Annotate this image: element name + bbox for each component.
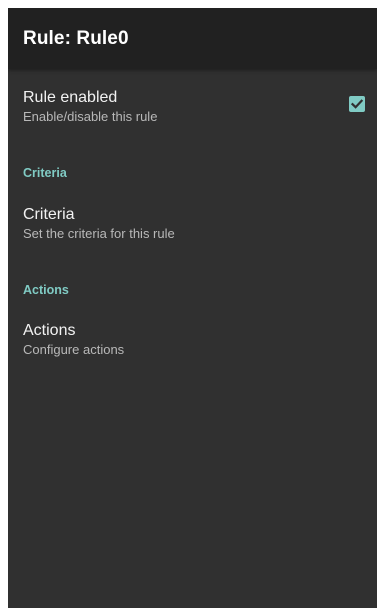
settings-screen: Rule: Rule0 Rule enabled Enable/disable … [8,8,377,608]
rule-enabled-preference[interactable]: Rule enabled Enable/disable this rule [23,88,377,125]
page-title: Rule: Rule0 [23,27,129,49]
actions-preference[interactable]: Actions Configure actions [23,321,377,358]
criteria-category-header: Criteria [23,166,67,180]
rule-enabled-checkbox[interactable] [349,96,365,112]
criteria-summary: Set the criteria for this rule [23,226,175,241]
criteria-title: Criteria [23,206,75,223]
rule-enabled-summary: Enable/disable this rule [23,109,158,124]
actions-category-header: Actions [23,283,69,297]
criteria-preference[interactable]: Criteria Set the criteria for this rule [23,205,377,242]
checkmark-icon [350,99,364,109]
actions-title: Actions [23,322,76,339]
actions-summary: Configure actions [23,342,125,357]
app-bar: Rule: Rule0 [8,8,377,69]
rule-enabled-title: Rule enabled [23,89,118,106]
